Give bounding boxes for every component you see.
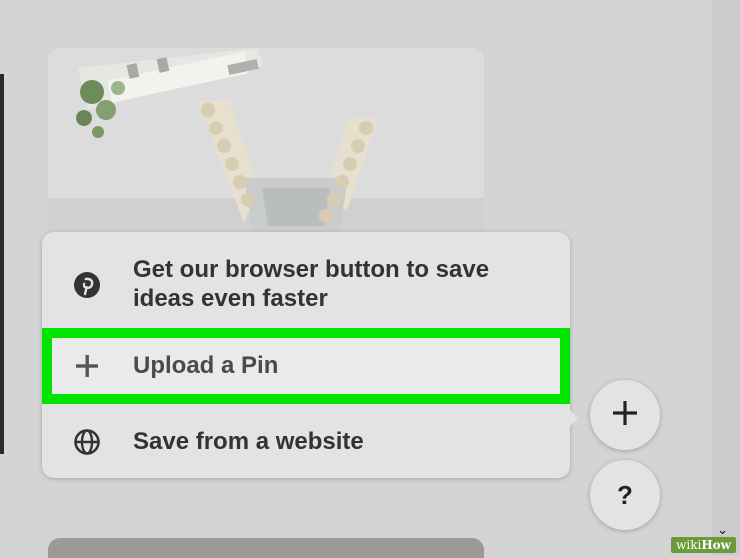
menu-item-upload-pin[interactable]: Upload a Pin xyxy=(42,328,570,404)
help-button-label: ? xyxy=(617,479,633,510)
menu-item-label: Save from a website xyxy=(133,428,364,455)
pinterest-icon xyxy=(70,268,104,302)
globe-icon xyxy=(70,425,104,459)
watermark-how-text: How xyxy=(701,538,731,552)
watermark-wiki-text: wiki xyxy=(676,538,702,552)
page-scrollbar[interactable] xyxy=(712,0,740,555)
create-button[interactable] xyxy=(590,380,660,450)
plus-icon xyxy=(70,349,104,383)
left-edge-photo xyxy=(0,74,4,454)
cursor-icon: ⌄ xyxy=(717,522,728,537)
menu-item-save-from-website[interactable]: Save from a website xyxy=(42,422,570,462)
help-button[interactable]: ? xyxy=(590,460,660,530)
wikihow-watermark: wikiHow xyxy=(671,537,736,553)
pin-card-partial[interactable] xyxy=(48,538,484,558)
pin-photo-lace-garment xyxy=(48,48,484,248)
create-menu: Get our browser button to save ideas eve… xyxy=(42,232,570,478)
menu-pointer xyxy=(564,404,578,432)
menu-item-browser-button[interactable]: Get our browser button to save ideas eve… xyxy=(42,252,570,320)
menu-item-label: Upload a Pin xyxy=(133,352,279,379)
plus-icon xyxy=(613,400,637,430)
pin-card-image[interactable] xyxy=(48,48,484,248)
menu-item-label: Get our browser button to save ideas eve… xyxy=(133,256,490,312)
